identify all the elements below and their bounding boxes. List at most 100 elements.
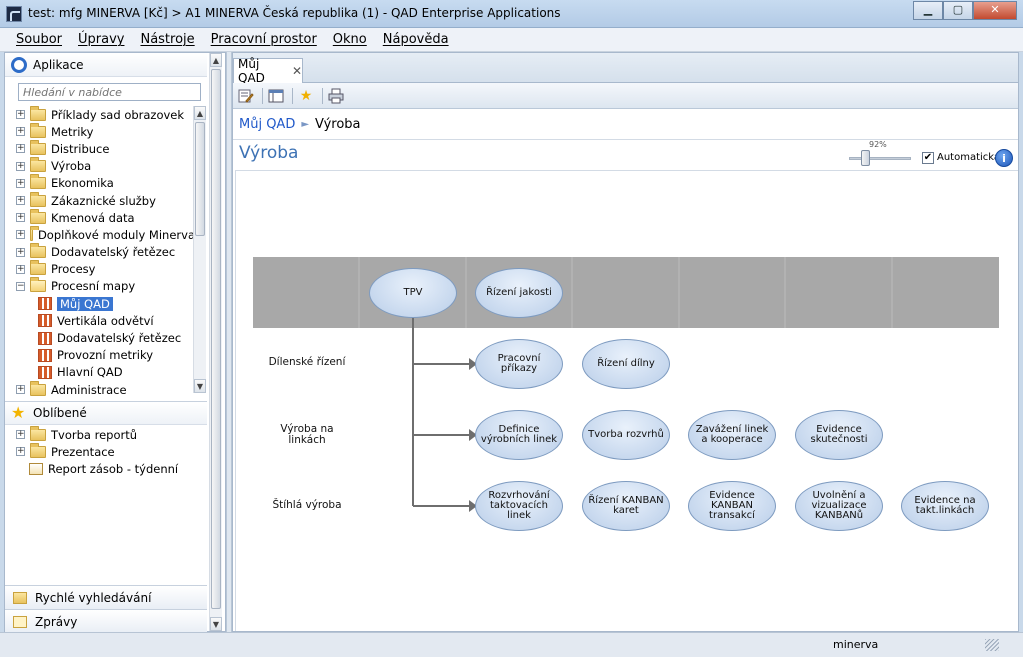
resize-grip-icon[interactable] bbox=[985, 639, 999, 651]
content-panel: Můj QAD ✕ ★ Můj QAD ► Výroba Výroba 92% … bbox=[232, 52, 1019, 632]
menu-okno[interactable]: Okno bbox=[325, 32, 375, 47]
favorites-section-title: Oblíbené bbox=[33, 406, 87, 420]
expand-icon[interactable]: + bbox=[16, 196, 25, 206]
expand-icon[interactable]: + bbox=[16, 385, 25, 395]
tree-item[interactable]: Report zásob - týdenní bbox=[5, 460, 195, 477]
node-evidence-na-takt-linkach[interactable]: Evidence na takt.linkách bbox=[901, 481, 989, 531]
tree-item[interactable]: + Zákaznické služby bbox=[5, 191, 195, 209]
tree-item[interactable]: + Doplňkové moduly Minerva bbox=[5, 225, 195, 243]
process-map-icon bbox=[38, 348, 52, 362]
node-tvorba-rozvrhu[interactable]: Tvorba rozvrhů bbox=[582, 410, 670, 460]
expand-icon[interactable]: + bbox=[16, 127, 25, 137]
panel-scrollbar[interactable]: ▲ ▼ bbox=[209, 53, 222, 631]
menu-nastroje[interactable]: Nástroje bbox=[132, 32, 202, 47]
node-evidence-kanban-transakci[interactable]: Evidence KANBAN transakcí bbox=[688, 481, 776, 531]
tree-item[interactable]: + Výroba bbox=[5, 157, 195, 175]
tree-item-label: Zákaznické služby bbox=[51, 193, 156, 208]
scroll-thumb[interactable] bbox=[195, 122, 205, 236]
tree-item[interactable]: Hlavní QAD bbox=[5, 364, 195, 381]
tree-item[interactable]: + Příklady sad obrazovek bbox=[5, 106, 195, 123]
quick-search-label: Rychlé vyhledávání bbox=[35, 590, 152, 605]
messages-button[interactable]: Zprávy bbox=[5, 609, 207, 633]
node-rizeni-kanban-karet[interactable]: Řízení KANBAN karet bbox=[582, 481, 670, 531]
expand-icon[interactable]: + bbox=[16, 110, 25, 120]
tree-item[interactable]: + Administrace bbox=[5, 380, 195, 396]
maximize-button[interactable]: ▢ bbox=[943, 1, 973, 20]
expand-icon[interactable]: + bbox=[16, 264, 25, 274]
tree-item[interactable]: Dodavatelský řetězec bbox=[5, 329, 195, 346]
folder-icon bbox=[30, 106, 46, 121]
node-rizeni-dilny[interactable]: Řízení dílny bbox=[582, 339, 670, 389]
tree-item-label: Doplňkové moduly Minerva bbox=[37, 227, 195, 242]
tree-item[interactable]: − Procesní mapy bbox=[5, 277, 195, 295]
expand-icon[interactable]: + bbox=[16, 161, 25, 171]
node-rozvrhovani-taktovacich-linek[interactable]: Rozvrhování taktovacích linek bbox=[475, 481, 563, 531]
panel-scroll-down-icon[interactable]: ▼ bbox=[210, 617, 222, 631]
folder-icon bbox=[30, 139, 46, 155]
tree-item[interactable]: + Dodavatelský řetězec bbox=[5, 243, 195, 261]
folder-icon bbox=[30, 442, 46, 458]
node-pracovni-prikazy[interactable]: Pracovní příkazy bbox=[475, 339, 563, 389]
panel-scroll-up-icon[interactable]: ▲ bbox=[210, 53, 222, 67]
panel-scroll-thumb[interactable] bbox=[211, 69, 221, 609]
tree-item-label: Ekonomika bbox=[51, 176, 114, 191]
window-controls: ▁ ▢ ✕ bbox=[913, 1, 1017, 20]
node-rizeni-jakosti[interactable]: Řízení jakosti bbox=[475, 268, 563, 318]
node-zavazeni-linek[interactable]: Zavážení linek a kooperace bbox=[688, 410, 776, 460]
tree-item-label: Procesy bbox=[51, 262, 96, 277]
menu-napoveda[interactable]: Nápověda bbox=[375, 32, 457, 47]
scroll-up-icon[interactable]: ▲ bbox=[194, 106, 206, 120]
quick-search-icon bbox=[13, 591, 27, 604]
process-map-icon bbox=[38, 331, 52, 345]
collapse-icon[interactable]: − bbox=[16, 281, 25, 291]
status-user: minerva bbox=[833, 638, 879, 651]
menu-search-input[interactable] bbox=[18, 83, 201, 101]
tree-item[interactable]: + Kmenová data bbox=[5, 208, 195, 226]
tree-item[interactable]: + Procesy bbox=[5, 260, 195, 278]
envelope-icon bbox=[13, 615, 27, 628]
expand-icon[interactable]: + bbox=[16, 247, 25, 257]
tree-item[interactable]: + Prezentace bbox=[5, 442, 195, 460]
apps-section-header[interactable]: Aplikace bbox=[5, 53, 207, 77]
tree-item-label: Kmenová data bbox=[51, 210, 135, 225]
minimize-button[interactable]: ▁ bbox=[913, 1, 943, 20]
row-label-dilenske: Dílenské řízení bbox=[268, 356, 346, 368]
expand-icon[interactable]: + bbox=[16, 230, 25, 240]
menu-pracovni-prostor[interactable]: Pracovní prostor bbox=[203, 32, 325, 47]
node-definice-vyrobnich-linek[interactable]: Definice výrobních linek bbox=[475, 410, 563, 460]
folder-icon bbox=[30, 260, 46, 276]
tree-item-label: Distribuce bbox=[51, 141, 110, 156]
tree-item[interactable]: Provozní metriky bbox=[5, 347, 195, 364]
tree-item-label: Dodavatelský řetězec bbox=[51, 245, 176, 260]
favorites-tree: + Tvorba reportů + Prezentace Report zásob -… bbox=[5, 426, 195, 486]
apps-tree-scrollbar[interactable]: ▲ ▼ bbox=[193, 106, 206, 393]
tree-item[interactable]: + Distribuce bbox=[5, 139, 195, 157]
tree-item[interactable]: + Tvorba reportů bbox=[5, 426, 195, 443]
expand-icon[interactable]: + bbox=[16, 178, 25, 188]
expand-icon[interactable]: + bbox=[16, 447, 25, 457]
close-button[interactable]: ✕ bbox=[973, 1, 1017, 20]
folder-icon bbox=[30, 243, 46, 259]
tree-item[interactable]: Vertikála odvětví bbox=[5, 312, 195, 329]
messages-label: Zprávy bbox=[35, 614, 78, 629]
tree-item-label: Provozní metriky bbox=[57, 348, 154, 363]
folder-icon bbox=[30, 174, 46, 190]
tree-item[interactable]: + Ekonomika bbox=[5, 174, 195, 192]
process-map-icon bbox=[38, 314, 52, 328]
expand-icon[interactable]: + bbox=[16, 430, 25, 440]
tree-item[interactable]: Můj QAD bbox=[5, 295, 195, 312]
menu-soubor[interactable]: Soubor bbox=[8, 32, 70, 47]
menu-upravy[interactable]: Úpravy bbox=[70, 32, 132, 47]
expand-icon[interactable]: + bbox=[16, 213, 25, 223]
favorites-section-header[interactable]: ★ Oblíbené bbox=[5, 401, 207, 425]
tree-item-label: Metriky bbox=[51, 124, 94, 139]
quick-search-button[interactable]: Rychlé vyhledávání bbox=[5, 585, 207, 609]
node-tpv[interactable]: TPV bbox=[369, 268, 457, 318]
tree-item[interactable]: + Metriky bbox=[5, 122, 195, 140]
tree-item-label: Tvorba reportů bbox=[51, 427, 138, 442]
expand-icon[interactable]: + bbox=[16, 144, 25, 154]
node-uvolneni-kanbanu[interactable]: Uvolnění a vizualizace KANBANů bbox=[795, 481, 883, 531]
scroll-down-icon[interactable]: ▼ bbox=[194, 379, 206, 393]
tree-item-label: Dodavatelský řetězec bbox=[57, 331, 182, 346]
node-evidence-skutecnosti[interactable]: Evidence skutečnosti bbox=[795, 410, 883, 460]
